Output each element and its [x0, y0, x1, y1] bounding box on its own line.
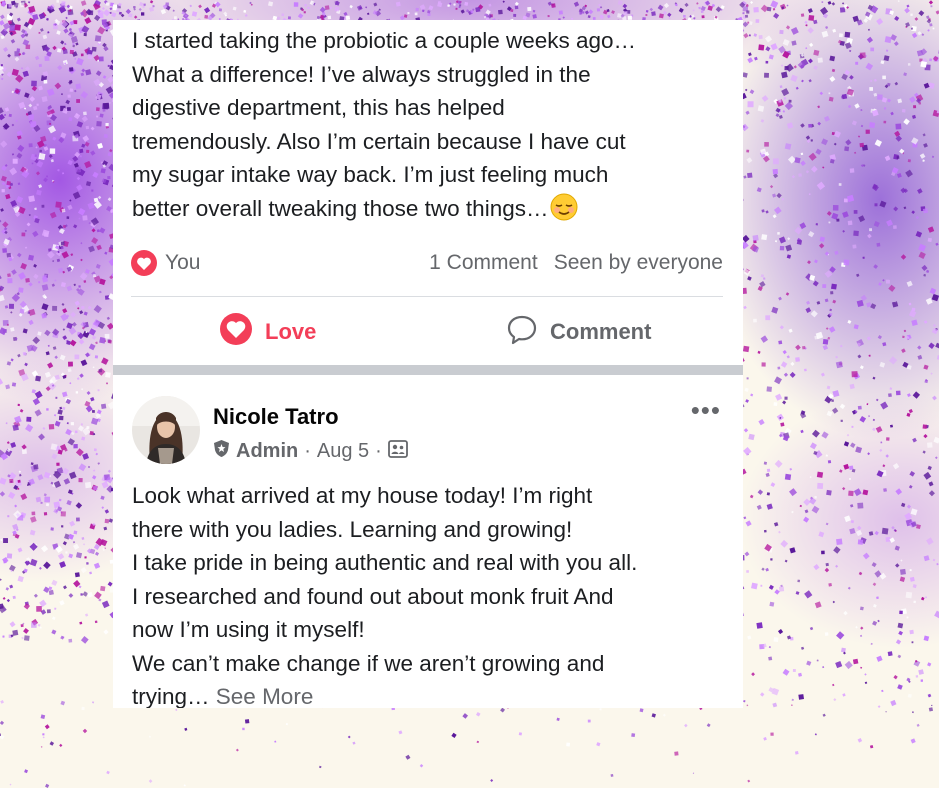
comments-count-link[interactable]: 1 Comment: [429, 251, 538, 275]
heart-icon: [219, 312, 253, 352]
admin-shield-icon: [212, 439, 231, 464]
facebook-post-card: I started taking the probiotic a couple …: [113, 20, 743, 708]
comment-bubble-icon: [506, 313, 538, 351]
post-body-text: Look what arrived at my house today! I’m…: [132, 483, 638, 708]
divider: [131, 296, 723, 297]
author-name[interactable]: Nicole Tatro: [213, 404, 339, 430]
reactions-summary: You 1 Comment Seen by everyone: [131, 250, 723, 280]
comment-button[interactable]: Comment: [506, 310, 651, 354]
post-date[interactable]: Aug 5: [317, 440, 369, 463]
heart-reaction-icon: [131, 250, 157, 276]
post-separator: [113, 365, 743, 375]
reactor-label: You: [165, 251, 201, 274]
more-options-button[interactable]: •••: [691, 397, 721, 423]
post-body: I started taking the probiotic a couple …: [132, 24, 732, 225]
author-avatar[interactable]: [132, 396, 200, 464]
meta-separator: ·: [304, 440, 311, 462]
meta-separator: ·: [375, 440, 382, 462]
see-more-link[interactable]: See More: [216, 684, 314, 708]
relieved-face-emoji-icon: [550, 193, 578, 221]
post-meta: Admin · Aug 5 ·: [212, 439, 408, 464]
engagement-stats: 1 Comment Seen by everyone: [429, 251, 723, 275]
post-body: Look what arrived at my house today! I’m…: [132, 479, 732, 708]
comment-label: Comment: [550, 319, 652, 344]
role-badge: Admin: [236, 440, 299, 462]
seen-by-label[interactable]: Seen by everyone: [554, 251, 723, 275]
love-button[interactable]: Love: [219, 310, 316, 354]
love-label: Love: [265, 319, 317, 344]
reactors[interactable]: You: [131, 250, 200, 276]
post-actions: Love Comment: [113, 310, 743, 354]
group-members-icon: [387, 439, 408, 464]
